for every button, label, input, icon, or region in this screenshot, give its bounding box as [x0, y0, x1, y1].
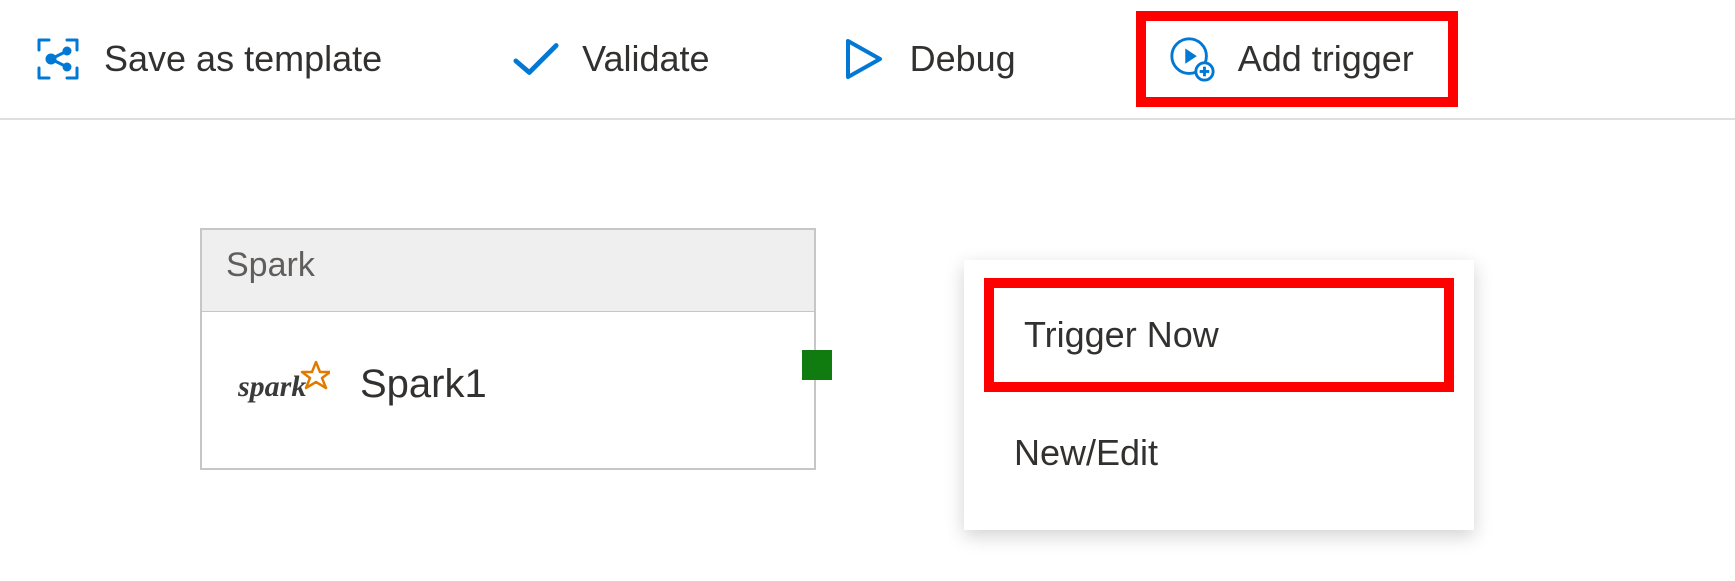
activity-node-type: Spark — [202, 230, 814, 312]
add-trigger-highlight: Add trigger — [1136, 11, 1458, 107]
add-trigger-label: Add trigger — [1238, 38, 1414, 80]
trigger-now-label: Trigger Now — [1024, 314, 1219, 355]
clock-add-icon — [1168, 35, 1216, 83]
activity-output-port[interactable] — [802, 350, 832, 380]
debug-button[interactable]: Debug — [830, 29, 1026, 89]
save-as-template-label: Save as template — [104, 38, 382, 80]
validate-label: Validate — [582, 38, 709, 80]
validate-button[interactable]: Validate — [502, 29, 719, 89]
activity-node-name: Spark1 — [360, 362, 487, 407]
svg-text:spark: spark — [238, 370, 306, 403]
new-edit-trigger-menu-item[interactable]: New/Edit — [984, 406, 1454, 500]
pipeline-canvas[interactable]: Spark spark Spark1 Trigger Now New/Edit — [0, 120, 1735, 581]
debug-label: Debug — [910, 38, 1016, 80]
save-as-template-button[interactable]: Save as template — [24, 29, 392, 89]
play-icon — [840, 35, 888, 83]
add-trigger-dropdown: Trigger Now New/Edit — [964, 260, 1474, 530]
pipeline-toolbar: Save as template Validate Debug — [0, 0, 1735, 120]
new-edit-label: New/Edit — [1014, 432, 1158, 473]
checkmark-icon — [512, 35, 560, 83]
save-template-icon — [34, 35, 82, 83]
activity-node-body: spark Spark1 — [202, 312, 814, 468]
spark-logo-icon: spark — [238, 356, 330, 412]
add-trigger-button[interactable]: Add trigger — [1168, 35, 1414, 83]
activity-node-spark[interactable]: Spark spark Spark1 — [200, 228, 816, 470]
trigger-now-menu-item[interactable]: Trigger Now — [984, 278, 1454, 392]
